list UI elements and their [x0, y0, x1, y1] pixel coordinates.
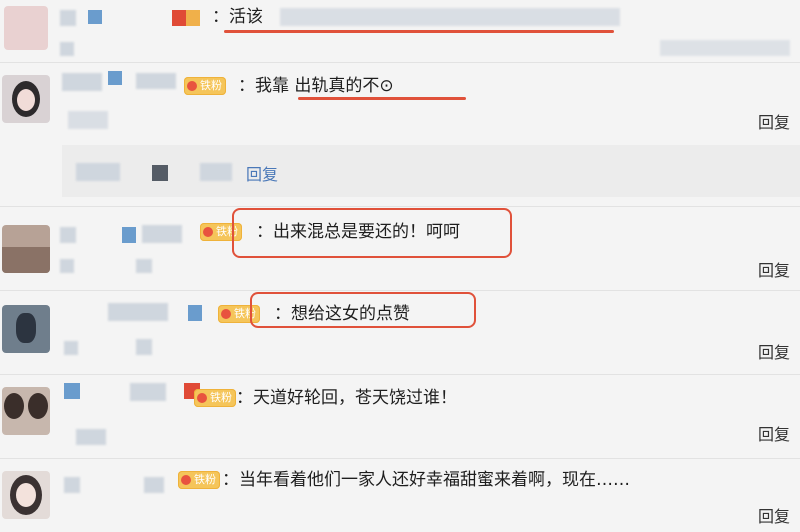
avatar	[2, 225, 50, 273]
username-mosaic	[108, 71, 122, 85]
badge-icon	[203, 227, 213, 237]
reply-button[interactable]: 回复	[758, 109, 790, 133]
blurred-meta	[136, 259, 152, 273]
username-mosaic	[136, 73, 176, 89]
comment-text: ：我靠 出轨真的不⊙	[238, 76, 394, 96]
blurred-text	[200, 163, 232, 181]
badge-icon	[181, 475, 191, 485]
reply-button[interactable]: 回复	[758, 257, 790, 281]
blurred-meta	[64, 341, 78, 355]
comment-row: 铁粉 ：天道好轮回，苍天饶过谁！ 回复	[0, 375, 800, 455]
badge-icon	[187, 81, 197, 91]
highlight-underline	[224, 30, 614, 33]
comment-text: ：活该	[212, 7, 263, 27]
sub-reply-panel: 回复	[0, 145, 800, 197]
badge-icon	[221, 309, 231, 319]
avatar	[2, 471, 50, 519]
username-mosaic	[60, 227, 76, 243]
comment-row: 铁粉 ：想给这女的点赞 回复	[0, 291, 800, 371]
avatar	[2, 305, 50, 353]
reply-button[interactable]: 回复	[758, 421, 790, 445]
fan-badge: 铁粉	[184, 77, 226, 95]
username-mosaic	[64, 477, 80, 493]
username-mosaic	[144, 477, 164, 493]
comment-text: ：天道好轮回，苍天饶过谁！	[236, 388, 457, 408]
comment-row: 铁粉 ：我靠 出轨真的不⊙ 回复	[0, 63, 800, 143]
blurred-meta	[68, 111, 108, 129]
blurred-text	[280, 8, 620, 26]
fan-badge: 铁粉	[178, 471, 220, 489]
avatar	[2, 387, 50, 435]
blurred-meta	[136, 339, 152, 355]
highlight-box	[232, 208, 512, 258]
avatar	[2, 75, 50, 123]
comment-text: ：当年看着他们一家人还好幸福甜蜜来着啊，现在……	[222, 470, 630, 490]
badge-mosaic	[186, 10, 200, 26]
comment-row: ：活该	[0, 0, 800, 60]
username-mosaic	[142, 225, 182, 243]
username-mosaic	[60, 10, 76, 26]
sub-reply-link[interactable]: 回复	[246, 161, 278, 185]
username-mosaic	[62, 73, 102, 91]
badge-icon	[197, 393, 207, 403]
highlight-underline	[298, 97, 466, 100]
badge-mosaic	[172, 10, 186, 26]
blurred-text	[76, 163, 120, 181]
username-mosaic	[64, 383, 80, 399]
sub-reply-background	[62, 145, 800, 197]
fan-badge: 铁粉	[194, 389, 236, 407]
reply-button[interactable]: 回复	[758, 339, 790, 363]
username-mosaic	[88, 10, 102, 24]
comment-row: 铁粉 ：当年看着他们一家人还好幸福甜蜜来着啊，现在…… 回复	[0, 459, 800, 532]
comment-row: 铁粉 ：出来混总是要还的！呵呵 回复	[0, 207, 800, 287]
blurred-meta	[60, 259, 74, 273]
highlight-box	[250, 292, 476, 328]
blurred-meta	[76, 429, 106, 445]
username-mosaic	[122, 227, 136, 243]
avatar	[4, 6, 48, 50]
blurred-text	[152, 165, 168, 181]
username-mosaic	[108, 303, 168, 321]
blurred-meta	[60, 42, 74, 56]
reply-button[interactable]: 回复	[758, 503, 790, 527]
username-mosaic	[130, 383, 166, 401]
username-mosaic	[188, 305, 202, 321]
blurred-meta	[660, 40, 790, 56]
